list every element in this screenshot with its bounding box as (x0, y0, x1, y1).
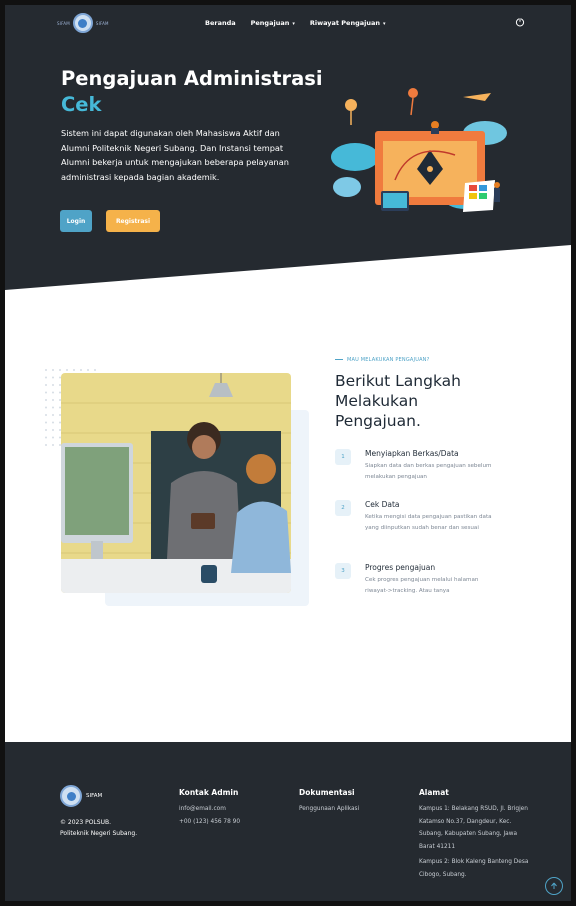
logo-mark-icon (60, 785, 82, 807)
nav-pengajuan-dropdown[interactable]: Pengajuan ▾ (251, 19, 295, 27)
hero-description: Sistem ini dapat digunakan oleh Mahasisw… (61, 128, 289, 182)
logo-mark-icon (72, 13, 93, 33)
step-number: 1 (335, 449, 351, 465)
step-text: Ketika mengisi data pengajuan pastikan d… (365, 514, 492, 531)
logo-text-left: SIFAM (57, 20, 70, 26)
hero-subtitle: Cek (61, 93, 102, 116)
nav-links: Beranda Pengajuan ▾ Riwayat Pengajuan ▾ (205, 19, 386, 27)
nav-beranda[interactable]: Beranda (205, 19, 236, 27)
steps-title: Berikut Langkah Melakukan Pengajuan. (335, 372, 461, 430)
address-campus-2: Kampus 2: Blok Kaleng Banteng Desa Cibog… (419, 859, 529, 878)
logo-text-right: SIFAM (95, 20, 109, 26)
nav-riwayat-dropdown[interactable]: Riwayat Pengajuan ▾ (310, 19, 386, 27)
power-icon[interactable] (515, 17, 525, 27)
steps-eyebrow: MAU MELAKUKAN PENGAJUAN? (335, 357, 429, 363)
footer-logo[interactable]: SIFAM (60, 785, 102, 807)
org-text: Politeknik Negeri Subang. (60, 830, 138, 837)
address-heading: Alamat (419, 788, 449, 797)
footer-contact: Kontak Admin info@email.com +00 (123) 45… (179, 788, 240, 828)
copyright-text: © 2023 POLSUB. (60, 819, 111, 826)
login-button[interactable]: Login (60, 210, 92, 232)
contact-email[interactable]: info@email.com (179, 803, 240, 816)
footer-docs: Dokumentasi Penggunaan Aplikasi (299, 788, 359, 816)
page: SIFAM SIFAM Beranda Pengajuan ▾ Riwayat P… (5, 5, 571, 901)
footer: SIFAM © 2023 POLSUB. Politeknik Negeri S… (5, 742, 571, 901)
footer-address: Alamat Kampus 1: Belakang RSUD, Jl. Brig… (419, 788, 531, 881)
hero-illustration (331, 88, 507, 212)
contact-phone[interactable]: +00 (123) 456 78 90 (179, 816, 240, 829)
step-text: Siapkan data dan berkas pengajuan sebelu… (365, 463, 492, 480)
docs-heading: Dokumentasi (299, 788, 355, 797)
scroll-to-top-button[interactable] (545, 877, 563, 895)
arrow-up-icon (551, 882, 557, 889)
chevron-down-icon: ▾ (383, 21, 386, 27)
register-button[interactable]: Registrasi (106, 210, 160, 232)
docs-link[interactable]: Penggunaan Aplikasi (299, 803, 359, 816)
footer-logo-text: SIFAM (86, 793, 103, 799)
nav-pengajuan-label: Pengajuan (250, 19, 290, 27)
step-title: Progres pengajuan (365, 563, 436, 572)
office-photo (61, 373, 291, 593)
nav-beranda-label: Beranda (205, 19, 236, 27)
contact-heading: Kontak Admin (179, 788, 239, 797)
chevron-down-icon: ▾ (292, 21, 295, 27)
step-number: 3 (335, 563, 351, 579)
footer-copyright: © 2023 POLSUB. Politeknik Negeri Subang. (60, 817, 137, 839)
site-logo[interactable]: SIFAM SIFAM (57, 13, 109, 33)
step-number: 2 (335, 500, 351, 516)
top-navbar: SIFAM SIFAM Beranda Pengajuan ▾ Riwayat P… (5, 5, 571, 41)
step-text: Cek progres pengajuan melalui halaman ri… (365, 577, 479, 594)
hero-title: Pengajuan Administrasi (61, 67, 323, 90)
step-title: Menyiapkan Berkas/Data (365, 449, 459, 458)
nav-riwayat-label: Riwayat Pengajuan (309, 19, 380, 27)
hero-section: SIFAM SIFAM Beranda Pengajuan ▾ Riwayat P… (5, 5, 571, 290)
address-campus-1: Kampus 1: Belakang RSUD, Jl. Brigjen Kat… (419, 806, 528, 850)
step-title: Cek Data (365, 500, 400, 509)
